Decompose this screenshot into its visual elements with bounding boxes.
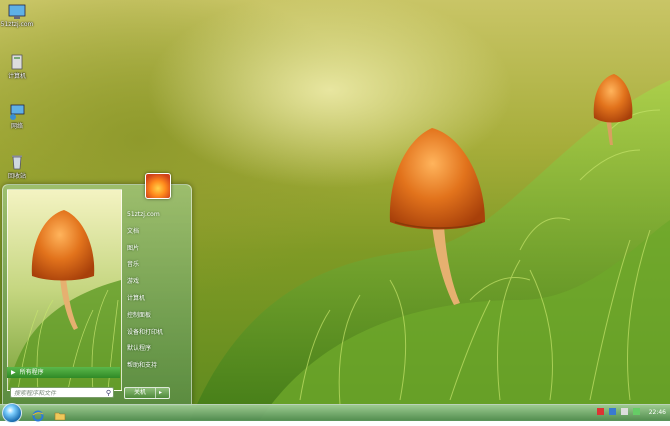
desktop-icon-label: 计算机: [7, 73, 26, 80]
network-tray-icon[interactable]: [609, 408, 617, 415]
search-input[interactable]: 搜索程序和文件 ⚲: [10, 387, 114, 398]
taskbar-clock[interactable]: 22:46: [649, 405, 666, 421]
shutdown-label: 关机: [133, 389, 146, 396]
desktop-icon-label: 网络: [10, 123, 23, 130]
monitor-icon: [8, 4, 26, 20]
start-menu-program-list[interactable]: [7, 189, 122, 391]
desktop-icon-label: 回收站: [7, 173, 26, 180]
user-avatar-flower[interactable]: [145, 173, 171, 199]
start-item-documents[interactable]: 文档: [127, 224, 187, 241]
start-item-devices-printers[interactable]: 设备和打印机: [127, 325, 187, 342]
desktop-icon-recycle-bin[interactable]: 回收站: [0, 154, 34, 180]
start-item-computer[interactable]: 计算机: [127, 291, 187, 308]
action-center-flag-icon[interactable]: [597, 408, 605, 415]
chevron-right-icon[interactable]: ▸: [155, 388, 162, 398]
desktop-icon-computer[interactable]: 计算机: [0, 54, 34, 80]
network-icon: [8, 104, 26, 120]
start-item-pictures[interactable]: 图片: [127, 241, 187, 258]
start-menu-right-pane: 51ztzj.com 文档 图片 音乐 游戏 计算机 控制面板 设备和打印机 默…: [127, 207, 187, 375]
shutdown-button[interactable]: 关机 ▸: [124, 387, 170, 399]
start-item-51ztzj[interactable]: 51ztzj.com: [127, 207, 187, 224]
computer-icon: [8, 54, 26, 70]
start-item-control-panel[interactable]: 控制面板: [127, 308, 187, 325]
all-programs-label: 所有程序: [19, 369, 44, 376]
folder-icon[interactable]: [54, 407, 66, 421]
search-placeholder: 搜索程序和文件: [14, 390, 57, 397]
desktop-icon-network[interactable]: 网络: [0, 104, 34, 130]
ie-icon[interactable]: [32, 407, 44, 422]
start-item-default-programs[interactable]: 默认程序: [127, 341, 187, 358]
battery-icon[interactable]: [633, 408, 640, 415]
start-item-music[interactable]: 音乐: [127, 257, 187, 274]
start-orb-button[interactable]: [2, 403, 22, 423]
mushroom-preview-image: [8, 210, 121, 390]
search-icon: ⚲: [105, 389, 111, 397]
recycle-bin-icon: [8, 154, 26, 170]
triangle-right-icon: ▶: [11, 369, 16, 376]
start-item-games[interactable]: 游戏: [127, 274, 187, 291]
volume-icon[interactable]: [621, 408, 629, 415]
all-programs-button[interactable]: ▶ 所有程序: [7, 367, 120, 378]
taskbar: 22:46: [0, 403, 670, 423]
start-item-help-support[interactable]: 帮助和支持: [127, 358, 187, 375]
desktop-icon-51ztzj[interactable]: 51ztzj.com: [0, 4, 34, 28]
start-menu: ▶ 所有程序 搜索程序和文件 ⚲ 51ztzj.com 文档 图片 音乐 游戏 计…: [2, 173, 192, 406]
system-tray: [594, 408, 640, 418]
desktop-icon-label: 51ztzj.com: [0, 21, 34, 28]
